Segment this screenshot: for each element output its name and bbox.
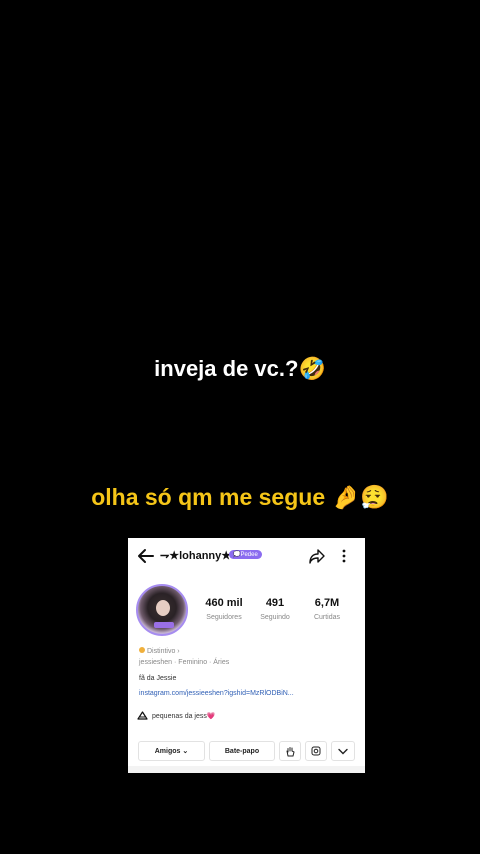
avatar[interactable] [136,584,188,636]
stat-label: Curtidas [313,614,341,621]
hand-wave-icon [286,746,295,756]
chevron-down-icon [338,748,348,754]
wave-button[interactable] [279,741,301,761]
profile-bio: fã da Jessie [139,675,177,682]
profile-link[interactable]: instagram.com/jessieeshen?igshid=MzRlODB… [139,690,294,697]
playlist-label: pequenas da jess💗 [152,712,216,720]
stat-label: Seguindo [260,614,290,621]
caption-envy: inveja de vc.?🤣 [154,356,326,381]
playlist-icon [137,711,148,720]
arrow-left-icon[interactable] [136,546,156,566]
distintivo-label: Distintivo › [146,648,180,655]
playlist-row[interactable]: pequenas da jess💗 [137,711,216,720]
instagram-icon [311,746,321,756]
avatar-live-label [154,622,174,628]
stat-label: Seguidores [206,614,242,621]
instagram-button[interactable] [305,741,327,761]
share-icon[interactable] [308,547,326,565]
stat-value: 460 mil [205,597,243,609]
stat-value: 491 [265,597,285,609]
caption-follows-me: olha só qm me segue 🤌😮‍💨 [91,484,389,510]
stat-likes[interactable]: 6,7M Curtidas [298,597,356,621]
friends-button[interactable]: Amigos ⌄ [138,741,205,761]
tab-strip-edge [128,766,365,773]
profile-meta: jessieshen · Feminino · Áries [139,659,230,666]
more-vertical-icon[interactable] [338,547,350,565]
stat-value: 6,7M [314,597,340,609]
badge-distintivo[interactable]: Distintivo › [139,647,180,655]
profile-screenshot: ⇁★lohanny★ 💭Pedee 460 mil Seguidores 491… [128,538,365,773]
stat-followers[interactable]: 460 mil Seguidores [195,597,253,621]
distintivo-icon [139,647,145,653]
avatar-face [156,600,170,616]
profile-username: ⇁★lohanny★ [160,550,232,562]
stat-following[interactable]: 491 Seguindo [246,597,304,621]
status-badge[interactable]: 💭Pedee [229,550,262,559]
chat-button[interactable]: Bate-papo [209,741,275,761]
more-options-button[interactable] [331,741,355,761]
